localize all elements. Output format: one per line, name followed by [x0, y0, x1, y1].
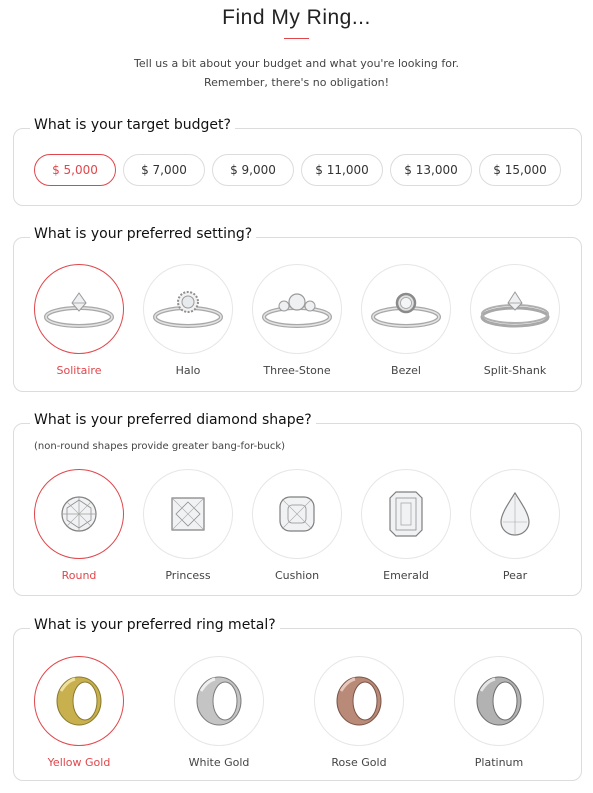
shape-label-round: Round	[61, 569, 97, 582]
shape-option-pear[interactable]: Pear	[470, 469, 560, 582]
shape-section: What is your preferred diamond shape? (n…	[13, 412, 582, 596]
intro-text-line-2: Remember, there's no obligation!	[204, 76, 389, 89]
metal-option-white-gold[interactable]: White Gold	[174, 656, 264, 769]
pear-diamond-icon	[470, 469, 560, 559]
solitaire-ring-icon	[34, 264, 124, 354]
title-divider	[284, 38, 309, 39]
budget-section: What is your target budget? $ 5,000 $ 7,…	[13, 117, 582, 206]
metal-option-platinum[interactable]: Platinum	[454, 656, 544, 769]
setting-question: What is your preferred setting?	[30, 226, 257, 242]
princess-diamond-icon	[143, 469, 233, 559]
setting-label-halo: Halo	[175, 364, 201, 377]
metal-option-rose-gold[interactable]: Rose Gold	[314, 656, 404, 769]
metal-section: What is your preferred ring metal? Yello…	[13, 617, 582, 781]
metal-label-white-gold: White Gold	[188, 756, 250, 769]
budget-options: $ 5,000 $ 7,000 $ 9,000 $ 11,000 $ 13,00…	[34, 154, 561, 186]
shape-label-cushion: Cushion	[274, 569, 320, 582]
metal-question: What is your preferred ring metal?	[30, 617, 280, 633]
round-diamond-icon	[34, 469, 124, 559]
yellow-gold-band-icon	[34, 656, 124, 746]
setting-label-bezel: Bezel	[391, 364, 421, 377]
intro-text-line-1: Tell us a bit about your budget and what…	[134, 57, 459, 70]
budget-question: What is your target budget?	[30, 117, 235, 133]
budget-option-11000[interactable]: $ 11,000	[301, 154, 383, 186]
shape-note: (non-round shapes provide greater bang-f…	[34, 441, 286, 452]
split-shank-ring-icon	[470, 264, 560, 354]
shape-option-emerald[interactable]: Emerald	[361, 469, 451, 582]
rose-gold-band-icon	[314, 656, 404, 746]
page-title: Find My Ring...	[222, 6, 371, 29]
shape-label-princess: Princess	[165, 569, 211, 582]
platinum-band-icon	[454, 656, 544, 746]
white-gold-band-icon	[174, 656, 264, 746]
budget-option-5000[interactable]: $ 5,000	[34, 154, 116, 186]
budget-option-9000[interactable]: $ 9,000	[212, 154, 294, 186]
budget-option-13000[interactable]: $ 13,000	[390, 154, 472, 186]
setting-label-split-shank: Split-Shank	[483, 364, 547, 377]
setting-option-halo[interactable]: Halo	[143, 264, 233, 377]
three-stone-ring-icon	[252, 264, 342, 354]
emerald-diamond-icon	[361, 469, 451, 559]
metal-label-platinum: Platinum	[474, 756, 524, 769]
setting-label-three-stone: Three-Stone	[263, 364, 331, 377]
setting-option-bezel[interactable]: Bezel	[361, 264, 451, 377]
shape-option-princess[interactable]: Princess	[143, 469, 233, 582]
shape-question: What is your preferred diamond shape?	[30, 412, 316, 428]
metal-label-yellow-gold: Yellow Gold	[47, 756, 111, 769]
metal-option-yellow-gold[interactable]: Yellow Gold	[34, 656, 124, 769]
setting-section: What is your preferred setting? Solitair…	[13, 226, 582, 392]
budget-option-15000[interactable]: $ 15,000	[479, 154, 561, 186]
budget-option-7000[interactable]: $ 7,000	[123, 154, 205, 186]
setting-label-solitaire: Solitaire	[56, 364, 102, 377]
setting-option-three-stone[interactable]: Three-Stone	[252, 264, 342, 377]
shape-label-emerald: Emerald	[383, 569, 429, 582]
setting-option-solitaire[interactable]: Solitaire	[34, 264, 124, 377]
shape-option-cushion[interactable]: Cushion	[252, 469, 342, 582]
halo-ring-icon	[143, 264, 233, 354]
setting-option-split-shank[interactable]: Split-Shank	[470, 264, 560, 377]
shape-option-round[interactable]: Round	[34, 469, 124, 582]
bezel-ring-icon	[361, 264, 451, 354]
cushion-diamond-icon	[252, 469, 342, 559]
shape-label-pear: Pear	[502, 569, 528, 582]
metal-label-rose-gold: Rose Gold	[331, 756, 387, 769]
